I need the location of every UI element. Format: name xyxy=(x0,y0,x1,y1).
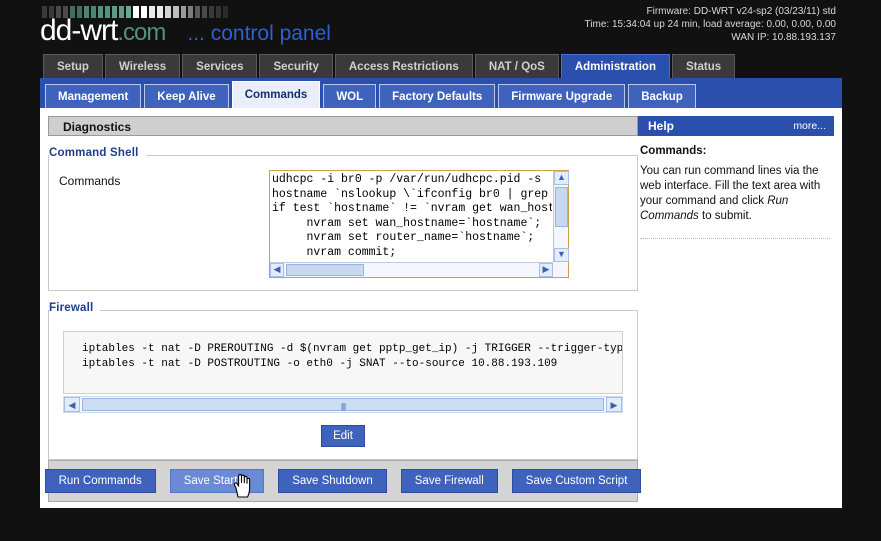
wan-ip-info: WAN IP: 10.88.193.137 xyxy=(731,32,836,43)
firewall-scroll-left-icon[interactable]: ◀ xyxy=(64,397,80,412)
commands-textarea[interactable]: udhcpc -i br0 -p /var/run/udhcpc.pid -s … xyxy=(269,170,569,278)
edit-button-wrap: Edit xyxy=(59,425,627,447)
firewall-horizontal-scrollbar[interactable]: ◀ |||| ▶ xyxy=(63,396,623,413)
scroll-up-icon[interactable]: ▲ xyxy=(554,171,569,185)
textarea-vertical-scrollbar[interactable]: ▲ ▼ xyxy=(553,171,569,262)
save-firewall-button[interactable]: Save Firewall xyxy=(400,469,498,493)
firewall-scroll-right-icon[interactable]: ▶ xyxy=(606,397,622,412)
sub-tab-firmware-upgrade[interactable]: Firmware Upgrade xyxy=(498,84,626,108)
main-tab-administration[interactable]: Administration xyxy=(560,54,670,78)
save-custom-script-button[interactable]: Save Custom Script xyxy=(511,469,642,493)
firmware-info: Firmware: DD-WRT v24-sp2 (03/23/11) std xyxy=(646,6,837,17)
help-divider xyxy=(640,238,830,239)
page-container: dd-wrt.com ... control panel Firmware: DD… xyxy=(40,0,842,508)
help-heading: Commands: xyxy=(640,145,707,157)
sub-tab-management[interactable]: Management xyxy=(45,84,142,108)
main-tab-security[interactable]: Security xyxy=(259,54,333,78)
page-body: Diagnostics Command Shell Commands udhcp… xyxy=(40,108,842,508)
sub-tab-backup[interactable]: Backup xyxy=(628,84,696,108)
firewall-rules-panel: iptables -t nat -D PREROUTING -d $(nvram… xyxy=(63,331,623,394)
section-title-bar: Diagnostics xyxy=(48,116,638,136)
site-header: dd-wrt.com ... control panel Firmware: DD… xyxy=(40,0,842,52)
command-shell-legend: Command Shell xyxy=(49,147,146,159)
scroll-down-icon[interactable]: ▼ xyxy=(554,248,569,262)
sub-tab-commands[interactable]: Commands xyxy=(231,81,321,108)
textarea-horizontal-scrollbar[interactable]: ◀ ▶ xyxy=(270,262,553,277)
main-tab-status[interactable]: Status xyxy=(671,54,736,78)
commands-textarea-value: udhcpc -i br0 -p /var/run/udhcpc.pid -s … xyxy=(272,173,552,259)
help-text-after: to submit. xyxy=(698,210,752,222)
sub-tab-keep-alive[interactable]: Keep Alive xyxy=(144,84,229,108)
firewall-rules-text: iptables -t nat -D PREROUTING -d $(nvram… xyxy=(82,343,623,370)
sub-tab-factory-defaults[interactable]: Factory Defaults xyxy=(379,84,496,108)
help-text-before: You can run command lines via the web in… xyxy=(640,165,821,207)
logo-text: dd-wrt xyxy=(40,14,118,47)
textarea-resize-grip[interactable] xyxy=(553,262,568,277)
scroll-grip-icon: |||| xyxy=(340,402,346,411)
system-info: Firmware: DD-WRT v24-sp2 (03/23/11) std … xyxy=(585,5,836,44)
site-logo: dd-wrt.com ... control panel xyxy=(40,14,331,48)
main-tab-access-restrictions[interactable]: Access Restrictions xyxy=(334,54,473,78)
logo-com-text: .com xyxy=(117,19,166,46)
main-tab-services[interactable]: Services xyxy=(182,54,258,78)
help-body: Commands: You can run command lines via … xyxy=(638,136,834,239)
save-shutdown-button[interactable]: Save Shutdown xyxy=(278,469,387,493)
help-paragraph: You can run command lines via the web in… xyxy=(640,164,830,224)
sub-tab-bar: Management Keep Alive Commands WOL Factory D… xyxy=(40,78,842,108)
scroll-right-icon[interactable]: ▶ xyxy=(539,263,553,277)
command-shell-group: Command Shell Commands udhcpc -i br0 -p … xyxy=(48,147,638,291)
main-tab-bar: Setup Wireless Services Security Access Rest… xyxy=(40,52,842,78)
firewall-scroll-thumb[interactable]: |||| xyxy=(82,398,604,411)
main-tab-wireless[interactable]: Wireless xyxy=(104,54,181,78)
horizontal-scroll-thumb[interactable] xyxy=(286,264,364,276)
help-header: Help more... xyxy=(638,116,834,136)
action-button-bar: Run Commands Save Startup Save Shutdown Sav… xyxy=(44,460,642,502)
edit-button[interactable]: Edit xyxy=(321,425,365,447)
main-tab-nat-qos[interactable]: NAT / QoS xyxy=(474,54,559,78)
main-tab-setup[interactable]: Setup xyxy=(43,54,103,78)
logo-tagline: ... control panel xyxy=(187,22,331,45)
help-sidebar: Help more... Commands: You can run comma… xyxy=(638,116,834,239)
firewall-legend: Firewall xyxy=(49,302,101,314)
commands-row: Commands udhcpc -i br0 -p /var/run/udhcp… xyxy=(59,170,627,278)
sub-tab-wol[interactable]: WOL xyxy=(323,84,377,108)
save-startup-button[interactable]: Save Startup xyxy=(169,469,265,493)
scroll-left-icon[interactable]: ◀ xyxy=(270,263,284,277)
run-commands-button[interactable]: Run Commands xyxy=(44,469,156,493)
main-content: Diagnostics Command Shell Commands udhcp… xyxy=(48,116,638,460)
commands-field-label: Commands xyxy=(59,174,121,188)
firewall-group: Firewall iptables -t nat -D PREROUTING -… xyxy=(48,302,638,460)
uptime-info: Time: 15:34:04 up 24 min, load average: … xyxy=(584,19,836,30)
help-title: Help xyxy=(648,119,675,133)
help-more-link[interactable]: more... xyxy=(793,116,826,136)
vertical-scroll-thumb[interactable] xyxy=(555,187,568,227)
